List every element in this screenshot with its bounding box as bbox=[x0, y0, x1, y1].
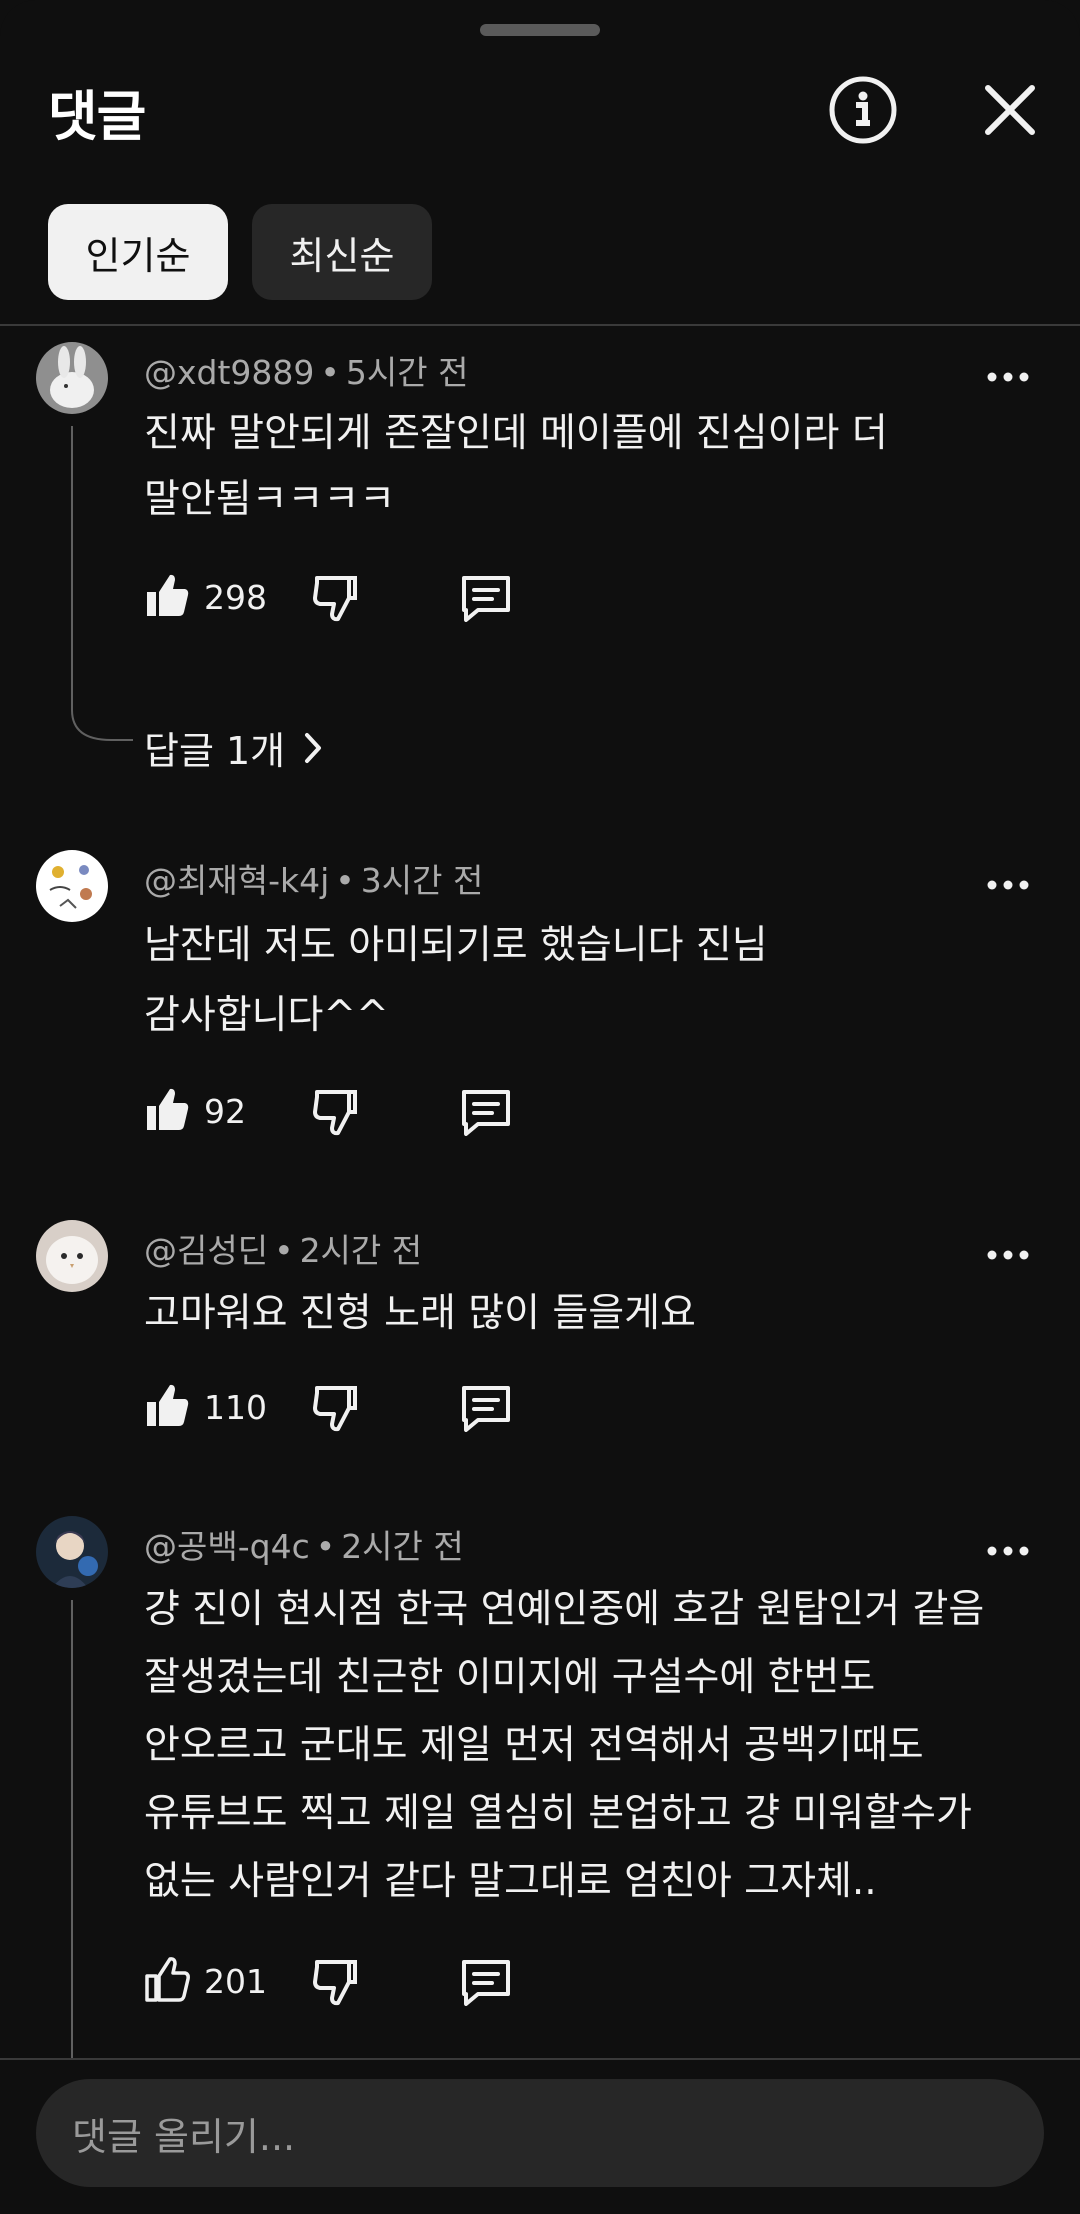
thread-line bbox=[71, 426, 73, 704]
like-count: 298 bbox=[204, 578, 267, 617]
comment-text-line: 안오르고 군대도 제일 먼저 전역해서 공백기때도 bbox=[144, 1723, 924, 1768]
comment-text-line: 감사합니다^^ bbox=[144, 993, 389, 1038]
more-options-icon[interactable] bbox=[986, 355, 1030, 399]
comment-author[interactable]: @xdt9889 bbox=[144, 353, 314, 392]
dislike-icon[interactable] bbox=[312, 1088, 358, 1136]
comment-time: 3시간 전 bbox=[360, 861, 484, 900]
comment-meta: @공백-q4c • 2시간 전 bbox=[144, 1527, 464, 1566]
rabbit-avatar[interactable] bbox=[36, 342, 108, 414]
like-icon[interactable] bbox=[144, 572, 190, 618]
replies-label: 답글 1개 bbox=[144, 729, 286, 773]
like-outline-icon[interactable] bbox=[144, 1956, 190, 2002]
reply-icon[interactable] bbox=[460, 574, 512, 622]
comment-meta: @xdt9889 • 5시간 전 bbox=[144, 353, 469, 392]
comment-text-line: 고마워요 진형 노래 많이 들을게요 bbox=[144, 1291, 696, 1336]
sort-chip-newest[interactable]: 최신순 bbox=[252, 204, 432, 300]
thread-line bbox=[71, 1600, 73, 2060]
comment-author[interactable]: @김성딘 bbox=[144, 1231, 268, 1270]
doodle-avatar[interactable] bbox=[36, 850, 108, 922]
more-options-icon[interactable] bbox=[986, 863, 1030, 907]
page-title: 댓글 bbox=[48, 85, 146, 148]
info-circle-icon[interactable] bbox=[828, 75, 898, 145]
anime-character-avatar[interactable] bbox=[36, 1516, 108, 1588]
reply-icon[interactable] bbox=[460, 1384, 512, 1432]
divider bbox=[0, 324, 1080, 326]
replies-link[interactable]: 답글 1개 bbox=[144, 720, 325, 775]
comment-text-line: 남잔데 저도 아미되기로 했습니다 진님 bbox=[144, 923, 768, 968]
comment-author[interactable]: @공백-q4c bbox=[144, 1527, 310, 1566]
sort-chip-top[interactable]: 인기순 bbox=[48, 204, 228, 300]
composer-divider bbox=[0, 2058, 1080, 2060]
reply-icon[interactable] bbox=[460, 1088, 512, 1136]
white-bird-avatar[interactable] bbox=[36, 1220, 108, 1292]
like-count: 110 bbox=[204, 1388, 267, 1427]
close-icon[interactable] bbox=[980, 80, 1040, 140]
comment-text-line: 말안됨ㅋㅋㅋㅋ bbox=[144, 477, 396, 522]
comment-time: 5시간 전 bbox=[345, 353, 469, 392]
comment-text-line: 유튜브도 찍고 제일 열심히 본업하고 걍 미워할수가 bbox=[144, 1791, 972, 1836]
comment-text-line: 진짜 말안되게 존잘인데 메이플에 진심이라 더 bbox=[144, 411, 888, 456]
drag-handle[interactable] bbox=[480, 24, 600, 36]
comment-input[interactable]: 댓글 올리기... bbox=[36, 2079, 1044, 2187]
comment-text-line: 잘생겼는데 친근한 이미지에 구설수에 한번도 bbox=[144, 1655, 876, 1700]
thread-connector bbox=[71, 700, 133, 741]
like-icon[interactable] bbox=[144, 1382, 190, 1428]
dislike-icon[interactable] bbox=[312, 574, 358, 622]
reply-icon[interactable] bbox=[460, 1958, 512, 2006]
comment-meta: @김성딘 • 2시간 전 bbox=[144, 1231, 423, 1270]
chevron-right-icon bbox=[305, 732, 322, 763]
comment-input-placeholder: 댓글 올리기... bbox=[72, 2114, 296, 2159]
like-count: 201 bbox=[204, 1962, 267, 2001]
more-options-icon[interactable] bbox=[986, 1529, 1030, 1573]
comment-time: 2시간 전 bbox=[341, 1527, 464, 1566]
dislike-icon[interactable] bbox=[312, 1384, 358, 1432]
like-count: 92 bbox=[204, 1092, 246, 1131]
dislike-icon[interactable] bbox=[312, 1958, 358, 2006]
comment-author[interactable]: @최재혁-k4j bbox=[144, 861, 329, 900]
comments-sheet: 댓글 인기순 최신순 @xdt9889 • 5시간 전 진짜 말안되게 존잘인데 메… bbox=[0, 0, 1080, 2214]
like-icon[interactable] bbox=[144, 1086, 190, 1132]
comment-meta: @최재혁-k4j • 3시간 전 bbox=[144, 861, 484, 900]
comment-text-line: 없는 사람인거 같다 말그대로 엄친아 그자체.. bbox=[144, 1859, 877, 1904]
more-options-icon[interactable] bbox=[986, 1233, 1030, 1277]
comment-time: 2시간 전 bbox=[299, 1231, 423, 1270]
comment-text-line: 걍 진이 현시점 한국 연예인중에 호감 원탑인거 같음 bbox=[144, 1587, 985, 1632]
